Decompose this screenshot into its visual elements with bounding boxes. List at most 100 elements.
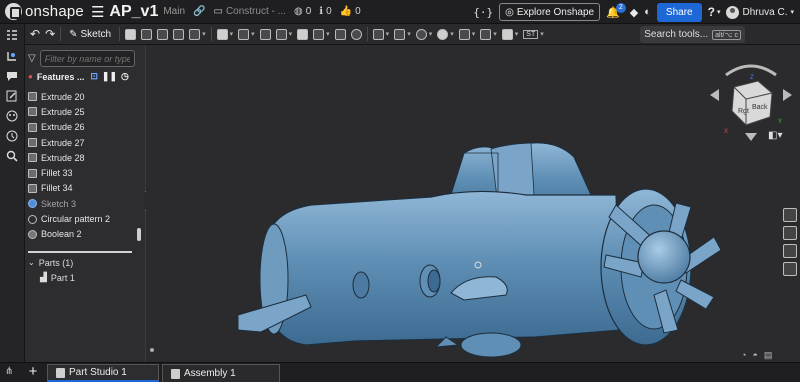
feature-item[interactable]: Extrude 28 bbox=[25, 150, 138, 165]
mate-connector-icon[interactable] bbox=[6, 50, 18, 62]
chevron-down-icon[interactable]: ▾ bbox=[472, 30, 476, 38]
palette-icon[interactable]: ◐ bbox=[644, 6, 651, 18]
chevron-down-icon[interactable]: ▾ bbox=[386, 30, 390, 38]
surface-tool-icon[interactable] bbox=[480, 28, 492, 40]
feature-item[interactable]: Extrude 25 bbox=[25, 104, 138, 119]
feature-item[interactable]: Extrude 26 bbox=[25, 120, 138, 135]
shell-tool-icon[interactable] bbox=[297, 28, 309, 40]
display-states-icon[interactable] bbox=[783, 208, 797, 222]
model-canvas[interactable] bbox=[146, 45, 800, 362]
arrow-left-icon[interactable] bbox=[710, 89, 719, 101]
learning-icon[interactable]: ◆ bbox=[630, 6, 638, 19]
thicken-tool-icon[interactable] bbox=[189, 28, 201, 40]
render-mode-icon[interactable] bbox=[783, 244, 797, 258]
sweep-tool-icon[interactable] bbox=[157, 28, 169, 40]
variable-icon[interactable]: {·} bbox=[473, 6, 493, 19]
feature-item[interactable]: Sketch 3 bbox=[25, 196, 138, 211]
view-cube[interactable]: Rgt Back Z X Y bbox=[706, 53, 796, 143]
arrow-right-icon[interactable] bbox=[783, 89, 792, 101]
sheet-metal-tool-icon[interactable] bbox=[458, 28, 470, 40]
pause-icon[interactable]: ❚❚ bbox=[102, 71, 117, 82]
chevron-down-icon[interactable]: ▾ bbox=[515, 30, 519, 38]
pattern-tool-icon[interactable] bbox=[394, 28, 406, 40]
branch-name[interactable]: Main bbox=[163, 6, 185, 17]
filter-icon[interactable]: ▽ bbox=[28, 53, 36, 64]
menu-icon[interactable]: ☰ bbox=[91, 3, 104, 21]
share-button[interactable]: Share bbox=[656, 2, 702, 22]
timer-icon[interactable]: ◷ bbox=[121, 71, 129, 82]
redo-icon[interactable]: ↷ bbox=[45, 27, 55, 41]
transform-tool-icon[interactable] bbox=[372, 28, 384, 40]
mirror-tool-icon[interactable] bbox=[415, 28, 427, 40]
boolean-tool-icon[interactable] bbox=[350, 28, 362, 40]
measure-icon[interactable] bbox=[783, 262, 797, 276]
features-title[interactable]: Features ... bbox=[37, 72, 85, 82]
chevron-down-icon[interactable]: ▾ bbox=[230, 30, 234, 38]
split-tool-icon[interactable] bbox=[334, 28, 346, 40]
st-tool-icon[interactable]: ST bbox=[523, 29, 539, 39]
draft-tool-icon[interactable] bbox=[259, 28, 271, 40]
link-icon[interactable]: 🔗 bbox=[193, 6, 205, 17]
feature-item[interactable]: Extrude 20 bbox=[25, 89, 138, 104]
revolve-tool-icon[interactable] bbox=[141, 28, 153, 40]
folder-breadcrumb[interactable]: ▭ Construct - ... bbox=[213, 6, 285, 17]
rotate-arrow-icon[interactable] bbox=[725, 64, 777, 77]
onshape-logo[interactable]: onshape bbox=[5, 3, 84, 20]
help-button[interactable]: ? ▾ bbox=[708, 5, 721, 19]
insert-menu-icon[interactable]: ⋔ bbox=[5, 366, 13, 377]
frame-tool-icon[interactable] bbox=[501, 28, 513, 40]
chevron-down-icon[interactable]: ▾ bbox=[429, 30, 433, 38]
feature-item[interactable]: Fillet 34 bbox=[25, 181, 138, 196]
feature-list-scrollbar[interactable] bbox=[137, 228, 141, 241]
quality-icon[interactable]: ◓ bbox=[752, 350, 757, 361]
chevron-down-icon[interactable]: ▾ bbox=[493, 30, 497, 38]
rib-tool-icon[interactable] bbox=[275, 28, 287, 40]
explore-onshape-button[interactable]: ◎ Explore Onshape bbox=[499, 3, 601, 21]
chevron-down-icon[interactable]: ▾ bbox=[540, 30, 544, 38]
like-indicator[interactable]: 👍 0 bbox=[340, 6, 361, 17]
appearance-icon[interactable] bbox=[6, 110, 18, 122]
user-menu[interactable]: Dhruva C. ▾ bbox=[726, 5, 794, 19]
tab-part-studio[interactable]: Part Studio 1 bbox=[47, 364, 159, 382]
edit-icon[interactable] bbox=[6, 90, 18, 102]
info-indicator[interactable]: ℹ 0 bbox=[319, 6, 331, 17]
extrude-tool-icon[interactable] bbox=[125, 28, 137, 40]
chevron-down-icon[interactable]: ▾ bbox=[251, 30, 255, 38]
layers-icon[interactable]: ▤ bbox=[764, 350, 773, 361]
chevron-down-icon[interactable]: ▾ bbox=[450, 30, 454, 38]
view-options-icon[interactable]: ◧▾ bbox=[768, 130, 782, 141]
cube-back-face[interactable]: Back bbox=[752, 104, 768, 111]
chevron-down-icon[interactable]: ▾ bbox=[202, 30, 206, 38]
search-icon[interactable] bbox=[6, 150, 18, 162]
notifications-button[interactable]: 🔔 2 bbox=[606, 2, 626, 19]
feature-item[interactable]: Extrude 27 bbox=[25, 135, 138, 150]
feature-item[interactable]: Boolean 2 bbox=[25, 227, 138, 242]
sketch-button[interactable]: ✎ Sketch bbox=[66, 29, 114, 40]
public-indicator[interactable]: ◍ 0 bbox=[294, 6, 311, 17]
panel-divider[interactable] bbox=[28, 251, 132, 253]
comments-icon[interactable] bbox=[6, 70, 18, 82]
chevron-down-icon[interactable]: ▾ bbox=[407, 30, 411, 38]
parts-header[interactable]: ⌄ Parts (1) bbox=[28, 255, 75, 270]
chevron-down-icon[interactable]: ▾ bbox=[289, 30, 293, 38]
document-name[interactable]: AP_v1 bbox=[109, 3, 158, 21]
history-icon[interactable] bbox=[6, 130, 18, 142]
search-tools-button[interactable]: Search tools... alt/⌥ c bbox=[640, 26, 745, 43]
cube-right-face[interactable]: Rgt bbox=[738, 108, 749, 115]
loft-tool-icon[interactable] bbox=[173, 28, 185, 40]
graphics-viewport[interactable]: Rgt Back Z X Y ◧▾ ◔ ◓ ▤ bbox=[146, 45, 800, 362]
fillet-tool-icon[interactable] bbox=[216, 28, 228, 40]
gauge-icon[interactable]: ◔ bbox=[741, 350, 746, 361]
undo-icon[interactable]: ↶ bbox=[30, 27, 40, 41]
feature-list-icon[interactable] bbox=[6, 29, 18, 41]
chevron-down-icon[interactable]: ▾ bbox=[326, 30, 330, 38]
section-view-icon[interactable] bbox=[783, 226, 797, 240]
chamfer-tool-icon[interactable] bbox=[238, 28, 250, 40]
hole-tool-icon[interactable] bbox=[313, 28, 325, 40]
plane-tool-icon[interactable] bbox=[437, 28, 449, 40]
add-tab-button[interactable]: + bbox=[22, 362, 44, 382]
arrow-down-icon[interactable] bbox=[745, 133, 757, 141]
tab-assembly[interactable]: Assembly 1 bbox=[162, 364, 280, 382]
submarine-part[interactable] bbox=[237, 142, 722, 358]
part-item[interactable]: ▟ Part 1 bbox=[28, 270, 75, 285]
